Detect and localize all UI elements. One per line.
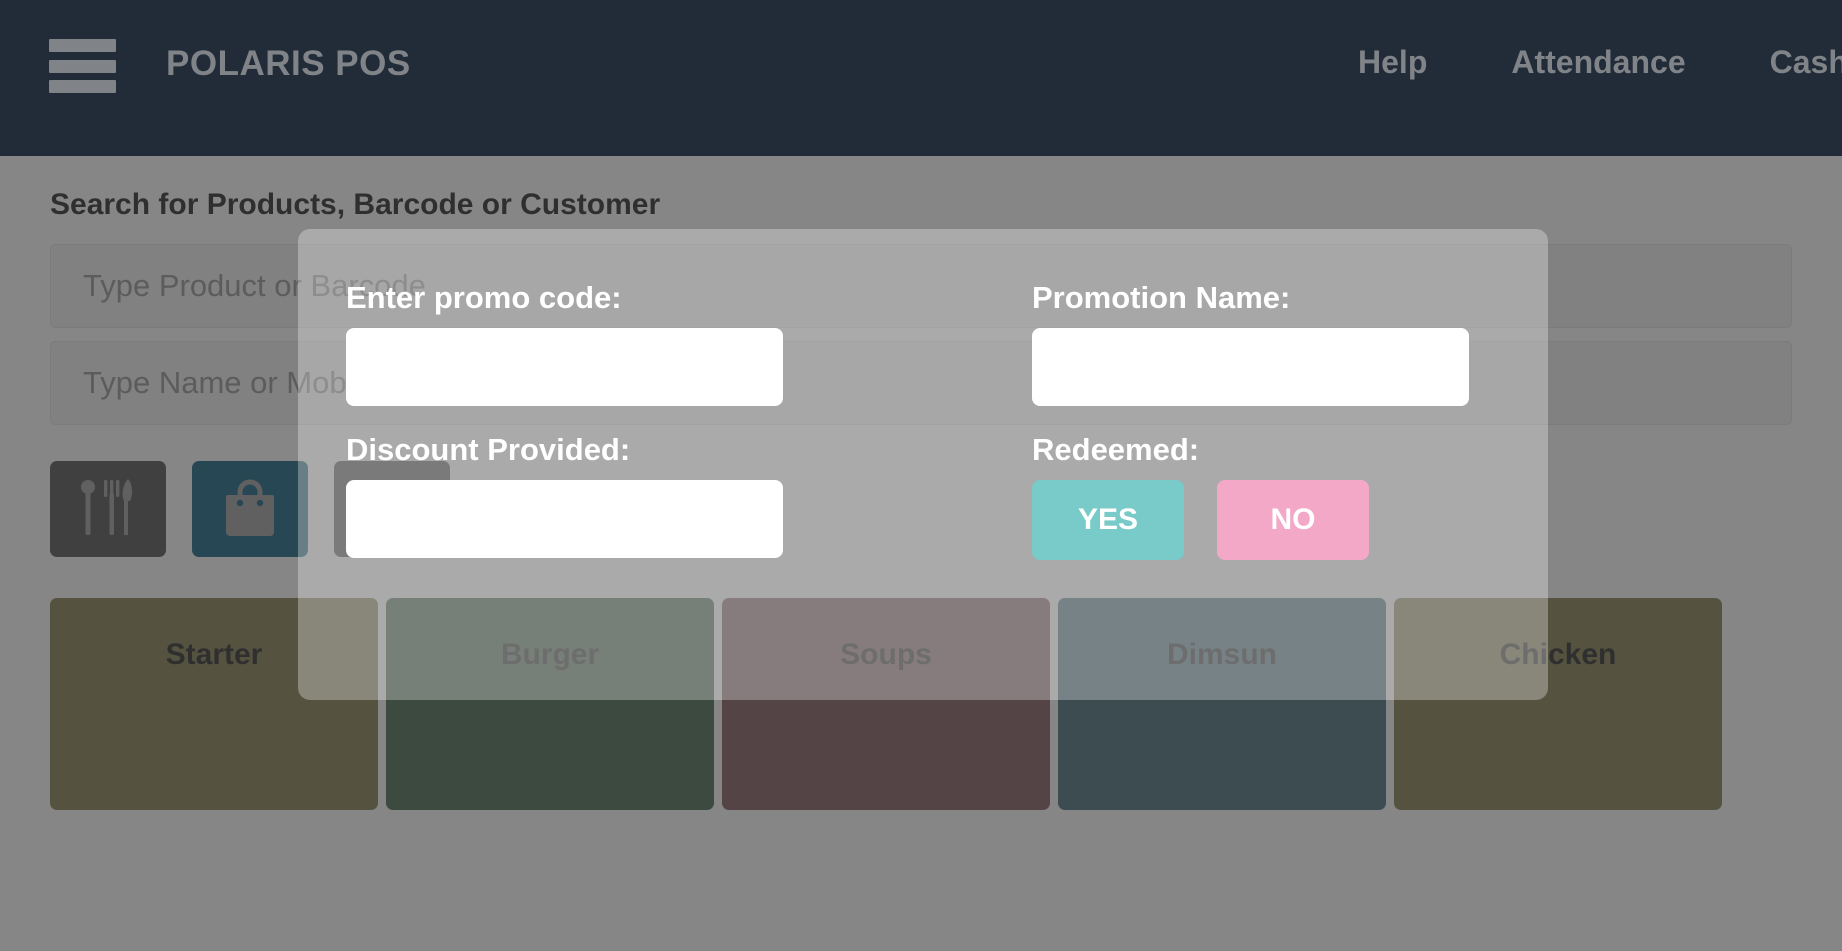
redeemed-toggle-group: YES NO bbox=[1032, 480, 1500, 560]
nav-item-attendance[interactable]: Attendance bbox=[1511, 44, 1685, 81]
hamburger-menu-icon[interactable] bbox=[49, 39, 116, 93]
promo-modal-form: Enter promo code: Promotion Name: Discou… bbox=[346, 280, 1500, 560]
discount-provided-input[interactable] bbox=[346, 480, 783, 558]
top-navigation-bar: POLARIS POS Help Attendance Cashier bbox=[0, 0, 1842, 156]
hamburger-bar-1 bbox=[49, 39, 116, 52]
promo-code-field-group: Enter promo code: bbox=[346, 280, 834, 406]
search-heading: Search for Products, Barcode or Customer bbox=[50, 188, 660, 222]
discount-field-group: Discount Provided: bbox=[346, 432, 834, 560]
promotion-name-label: Promotion Name: bbox=[1032, 280, 1500, 316]
promo-code-modal: Enter promo code: Promotion Name: Discou… bbox=[298, 229, 1548, 700]
promo-code-input[interactable] bbox=[346, 328, 783, 406]
redeemed-no-button[interactable]: NO bbox=[1217, 480, 1369, 560]
hamburger-bar-2 bbox=[49, 60, 116, 73]
nav-item-help[interactable]: Help bbox=[1358, 44, 1427, 81]
category-tile-label: Starter bbox=[166, 638, 263, 672]
order-mode-takeaway-button[interactable] bbox=[192, 461, 308, 557]
promotion-name-input[interactable] bbox=[1032, 328, 1469, 406]
hamburger-bar-3 bbox=[49, 80, 116, 93]
discount-provided-label: Discount Provided: bbox=[346, 432, 834, 468]
redeemed-field-group: Redeemed: YES NO bbox=[1032, 432, 1500, 560]
promotion-name-field-group: Promotion Name: bbox=[1032, 280, 1500, 406]
promo-code-label: Enter promo code: bbox=[346, 280, 834, 316]
redeemed-label: Redeemed: bbox=[1032, 432, 1500, 468]
order-mode-dine-in-button[interactable] bbox=[50, 461, 166, 557]
top-nav-links: Help Attendance Cashier bbox=[1358, 44, 1842, 81]
cutlery-icon bbox=[80, 477, 136, 542]
nav-item-cashier[interactable]: Cashier bbox=[1770, 44, 1842, 81]
pos-application: POLARIS POS Help Attendance Cashier Sear… bbox=[0, 0, 1842, 951]
shopping-bag-icon bbox=[222, 476, 278, 543]
redeemed-yes-button[interactable]: YES bbox=[1032, 480, 1184, 560]
brand-title: POLARIS POS bbox=[166, 44, 411, 84]
